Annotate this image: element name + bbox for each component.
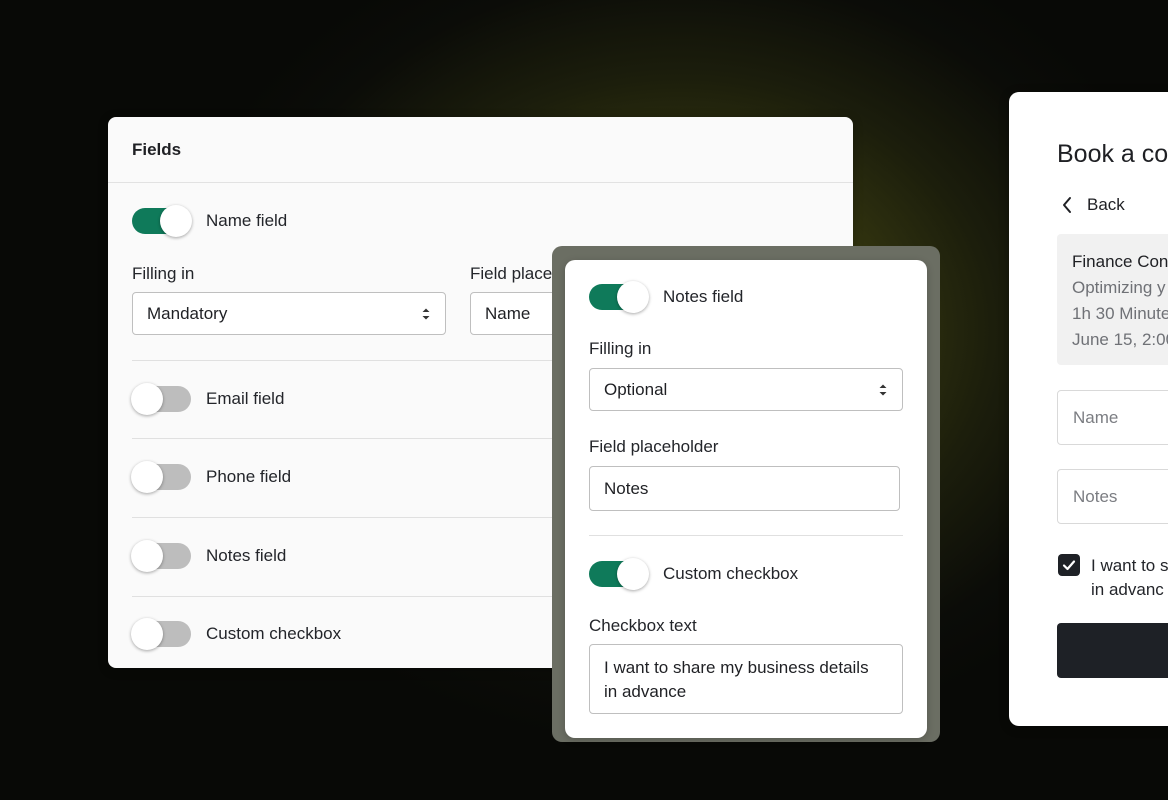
back-link[interactable]: Back <box>1061 195 1125 215</box>
chevron-up-down-icon <box>422 308 430 319</box>
custom-checkbox-row: Custom checkbox <box>131 618 342 650</box>
email-field-row: Email field <box>131 383 285 415</box>
phone-field-label: Phone field <box>206 467 292 486</box>
toggle-knob <box>617 558 649 590</box>
toggle-knob <box>131 540 163 572</box>
fields-panel-title: Fields <box>132 139 182 159</box>
name-input[interactable]: Name <box>1057 390 1168 445</box>
share-details-line: in advanc <box>1091 580 1164 599</box>
field-placeholder-label: Field placeholder <box>589 437 719 456</box>
toggle-knob <box>131 618 163 650</box>
book-submit-button[interactable] <box>1057 623 1168 678</box>
share-details-checkbox[interactable] <box>1058 554 1080 576</box>
event-duration: 1h 30 Minute <box>1072 304 1168 323</box>
fields-panel-header: Fields <box>108 117 853 183</box>
checkbox-text-line: in advance <box>604 682 687 701</box>
filling-in-label: Filling in <box>132 264 195 283</box>
custom-checkbox-row: Custom checkbox <box>589 558 799 590</box>
notes-field-row: Notes field <box>589 281 744 313</box>
name-field-toggle[interactable] <box>132 205 192 237</box>
field-placeholder-value: Notes <box>604 478 649 498</box>
event-description: Optimizing y <box>1072 278 1166 297</box>
checkbox-text-line: I want to share my business details <box>604 658 869 677</box>
name-field-row: Name field <box>132 205 288 237</box>
notes-field-row: Notes field <box>131 540 287 572</box>
email-field-toggle[interactable] <box>131 383 191 415</box>
share-details-label: I want to s in advanc <box>1091 554 1168 602</box>
name-placeholder: Name <box>1073 407 1119 427</box>
filling-in-value: Optional <box>604 379 668 399</box>
toggle-knob <box>131 383 163 415</box>
notes-field-toggle[interactable] <box>131 540 191 572</box>
toggle-knob <box>131 461 163 493</box>
event-info-card: Finance Con Optimizing y 1h 30 Minute Ju… <box>1057 234 1168 365</box>
booking-title: Book a co <box>1057 140 1168 168</box>
notes-field-toggle[interactable] <box>589 281 649 313</box>
custom-checkbox-toggle[interactable] <box>589 558 649 590</box>
checkbox-text-textarea[interactable]: I want to share my business details in a… <box>589 644 903 714</box>
event-date: June 15, 2:00 <box>1072 330 1168 349</box>
field-placeholder-value: Name <box>485 303 531 323</box>
email-field-label: Email field <box>206 389 285 408</box>
event-title: Finance Con <box>1072 252 1168 271</box>
name-field-label: Name field <box>206 211 288 230</box>
notes-field-label: Notes field <box>663 287 744 306</box>
filling-in-value: Mandatory <box>147 303 228 323</box>
field-placeholder-input[interactable]: Notes <box>589 466 900 511</box>
chevron-up-down-icon <box>879 384 887 395</box>
custom-checkbox-label: Custom checkbox <box>663 564 799 583</box>
notes-field-label: Notes field <box>206 546 287 565</box>
share-details-line: I want to s <box>1091 556 1168 575</box>
filling-in-select[interactable]: Mandatory <box>132 292 446 335</box>
toggle-knob <box>617 281 649 313</box>
divider <box>589 535 903 536</box>
filling-in-select[interactable]: Optional <box>589 368 903 411</box>
phone-field-toggle[interactable] <box>131 461 191 493</box>
notes-placeholder: Notes <box>1073 486 1118 506</box>
checkbox-text-label: Checkbox text <box>589 616 697 635</box>
notes-input[interactable]: Notes <box>1057 469 1168 524</box>
notes-field-card: Notes field Filling in Optional Field pl… <box>565 260 927 738</box>
checkmark-icon <box>1062 560 1076 571</box>
back-label: Back <box>1087 195 1125 214</box>
phone-field-row: Phone field <box>131 461 292 493</box>
filling-in-label: Filling in <box>589 339 652 358</box>
booking-panel: Book a co Back Finance Con Optimizing y … <box>1009 92 1168 726</box>
custom-checkbox-label: Custom checkbox <box>206 624 342 643</box>
custom-checkbox-toggle[interactable] <box>131 618 191 650</box>
field-placeholder-label: Field placeh <box>470 264 562 283</box>
toggle-knob <box>160 205 192 237</box>
chevron-left-icon <box>1063 197 1071 213</box>
